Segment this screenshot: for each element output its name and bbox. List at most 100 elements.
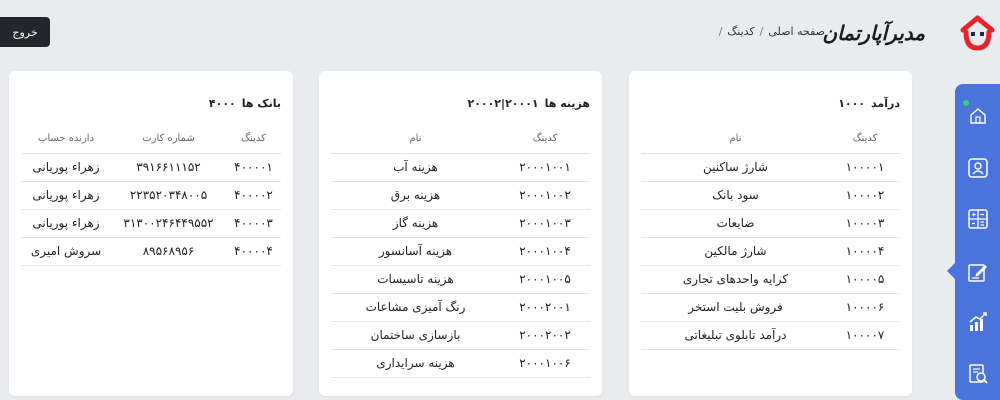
logout-button[interactable]: خروج (0, 17, 50, 47)
breadcrumb-current[interactable]: کدینگ (727, 25, 754, 38)
column-header-code: کدینگ (500, 125, 590, 154)
card-code: ۲۰۰۰۱|۲۰۰۰۲ (467, 96, 539, 110)
sidebar-item-coding[interactable] (966, 260, 990, 284)
card-number-cell: ۸۹۵۶۸۹۵۶ (111, 237, 226, 266)
code-cell: ۲۰۰۰۱۰۰۳ (500, 209, 590, 238)
name-cell: ضایعات (641, 209, 830, 238)
code-cell: ۴۰۰۰۰۱ (226, 153, 281, 182)
code-cell: ۱۰۰۰۰۳ (830, 209, 900, 238)
income-card: درآمد ۱۰۰۰ کدینگ نام ۱۰۰۰۰۱ شارژ ساکنین ۱۰… (629, 71, 912, 396)
code-cell: ۲۰۰۰۲۰۰۲ (500, 321, 590, 350)
card-header: درآمد ۱۰۰۰ (641, 93, 900, 113)
code-cell: ۴۰۰۰۰۲ (226, 181, 281, 210)
name-cell: درآمد تابلوی تبلیغاتی (641, 321, 830, 350)
table-row[interactable]: ۴۰۰۰۰۲ ۲۲۳۵۲۰۳۴۸۰۰۵ زهراء پوریانی (21, 181, 281, 210)
code-cell: ۲۰۰۰۱۰۰۶ (500, 349, 590, 378)
code-cell: ۱۰۰۰۰۶ (830, 293, 900, 322)
code-cell: ۴۰۰۰۰۳ (226, 209, 281, 238)
edit-document-icon (968, 264, 987, 282)
sidebar-item-documents[interactable] (966, 362, 990, 386)
code-cell: ۴۰۰۰۰۴ (226, 237, 281, 266)
card-title: هزینه ها (544, 96, 590, 110)
income-table: کدینگ نام ۱۰۰۰۰۱ شارژ ساکنین ۱۰۰۰۰۲ سود بان… (641, 125, 900, 350)
code-cell: ۱۰۰۰۰۷ (830, 321, 900, 350)
code-cell: ۱۰۰۰۰۱ (830, 153, 900, 182)
home-icon (970, 108, 986, 124)
code-cell: ۲۰۰۰۱۰۰۴ (500, 237, 590, 266)
name-cell: سود بانک (641, 181, 830, 210)
table-row[interactable]: ۱۰۰۰۰۷ درآمد تابلوی تبلیغاتی (641, 321, 900, 350)
sidebar-item-reports[interactable] (966, 310, 990, 334)
brand-logo-text: مدیرآپارتمان (822, 21, 925, 45)
name-cell: زهراء پوریانی (21, 181, 111, 210)
column-header-name: نام (641, 125, 830, 154)
breadcrumb-separator: / (759, 24, 764, 38)
name-cell: هزینه سرایداری (331, 349, 500, 378)
name-cell: زهراء پوریانی (21, 209, 111, 238)
report-search-icon (969, 364, 988, 384)
table-row[interactable]: ۴۰۰۰۰۳ ۳۱۳۰۰۲۴۶۴۴۹۵۵۲ زهراء پوریانی (21, 209, 281, 238)
card-number-cell: ۳۱۳۰۰۲۴۶۴۴۹۵۵۲ (111, 209, 226, 238)
name-cell: هزینه آسانسور (331, 237, 500, 266)
table-row[interactable]: ۲۰۰۰۲۰۰۲ بازسازی ساختمان (331, 321, 590, 350)
column-header-code: کدینگ (226, 125, 281, 154)
active-indicator (947, 263, 955, 279)
column-header-name: نام (331, 125, 500, 154)
breadcrumb-home[interactable]: صفحه اصلی (768, 25, 825, 38)
name-cell: هزینه برق (331, 181, 500, 210)
name-cell: شارژ مالکین (641, 237, 830, 266)
name-cell: رنگ آمیزی مشاعات (331, 293, 500, 322)
table-row[interactable]: ۱۰۰۰۰۱ شارژ ساکنین (641, 153, 900, 182)
name-cell: زهراء پوریانی (21, 153, 111, 182)
table-row[interactable]: ۲۰۰۰۲۰۰۱ رنگ آمیزی مشاعات (331, 293, 590, 322)
name-cell: شارژ ساکنین (641, 153, 830, 182)
card-title: درآمد (871, 96, 900, 110)
code-cell: ۱۰۰۰۰۵ (830, 265, 900, 294)
table-row[interactable]: ۱۰۰۰۰۳ ضایعات (641, 209, 900, 238)
name-cell: هزینه تاسیسات (331, 265, 500, 294)
card-header: هزینه ها ۲۰۰۰۱|۲۰۰۰۲ (331, 93, 590, 113)
card-number-cell: ۲۲۳۵۲۰۳۴۸۰۰۵ (111, 181, 226, 210)
code-cell: ۲۰۰۰۲۰۰۱ (500, 293, 590, 322)
name-cell: سروش امیری (21, 237, 111, 266)
sidebar-nav (947, 84, 1000, 400)
table-row[interactable]: ۲۰۰۰۱۰۰۳ هزینه گاز (331, 209, 590, 238)
code-cell: ۲۰۰۰۱۰۰۵ (500, 265, 590, 294)
card-code: ۱۰۰۰ (838, 96, 866, 110)
table-row[interactable]: ۲۰۰۰۱۰۰۱ هزینه آب (331, 153, 590, 182)
name-cell: فروش بلیت استخر (641, 293, 830, 322)
card-title: بانک ها (241, 96, 281, 110)
resident-profile-icon (968, 158, 988, 178)
expense-table: کدینگ نام ۲۰۰۰۱۰۰۱ هزینه آب ۲۰۰۰۱۰۰۲ هزینه … (331, 125, 590, 378)
table-row[interactable]: ۲۰۰۰۱۰۰۶ هزینه سرایداری (331, 349, 590, 378)
calculator-icon (968, 209, 988, 229)
table-row[interactable]: ۴۰۰۰۰۴ ۸۹۵۶۸۹۵۶ سروش امیری (21, 237, 281, 266)
column-header-holder: دارنده حساب (21, 125, 111, 154)
name-cell: کرایه واحدهای تجاری (641, 265, 830, 294)
sidebar-item-residents[interactable] (966, 156, 990, 180)
breadcrumb-separator: / (718, 24, 723, 38)
sidebar-item-home[interactable] (966, 104, 990, 128)
column-header-card-number: شماره کارت (111, 125, 226, 154)
expense-card: هزینه ها ۲۰۰۰۱|۲۰۰۰۲ کدینگ نام ۲۰۰۰۱۰۰۱ ه… (319, 71, 602, 396)
card-header: بانک ها ۴۰۰۰ (21, 93, 281, 113)
house-logo-icon[interactable] (955, 8, 1000, 56)
column-header-code: کدینگ (830, 125, 900, 154)
name-cell: هزینه آب (331, 153, 500, 182)
card-code: ۴۰۰۰ (208, 96, 236, 110)
sidebar-item-accounting[interactable] (966, 207, 990, 231)
table-row[interactable]: ۱۰۰۰۰۶ فروش بلیت استخر (641, 293, 900, 322)
code-cell: ۱۰۰۰۰۲ (830, 181, 900, 210)
table-row[interactable]: ۲۰۰۰۱۰۰۵ هزینه تاسیسات (331, 265, 590, 294)
table-row[interactable]: ۲۰۰۰۱۰۰۴ هزینه آسانسور (331, 237, 590, 266)
table-row[interactable]: ۲۰۰۰۱۰۰۲ هزینه برق (331, 181, 590, 210)
bank-card: بانک ها ۴۰۰۰ کدینگ شماره کارت دارنده حسا… (9, 71, 293, 396)
table-row[interactable]: ۴۰۰۰۰۱ ۳۹۱۶۶۱۱۱۵۲ زهراء پوریانی (21, 153, 281, 182)
table-row[interactable]: ۱۰۰۰۰۴ شارژ مالکین (641, 237, 900, 266)
chart-growth-icon (969, 312, 987, 331)
name-cell: هزینه گاز (331, 209, 500, 238)
breadcrumb: صفحه اصلی / کدینگ / (700, 22, 825, 40)
table-row[interactable]: ۱۰۰۰۰۲ سود بانک (641, 181, 900, 210)
bank-table: کدینگ شماره کارت دارنده حساب ۴۰۰۰۰۱ ۳۹۱۶۶… (21, 125, 281, 266)
table-row[interactable]: ۱۰۰۰۰۵ کرایه واحدهای تجاری (641, 265, 900, 294)
